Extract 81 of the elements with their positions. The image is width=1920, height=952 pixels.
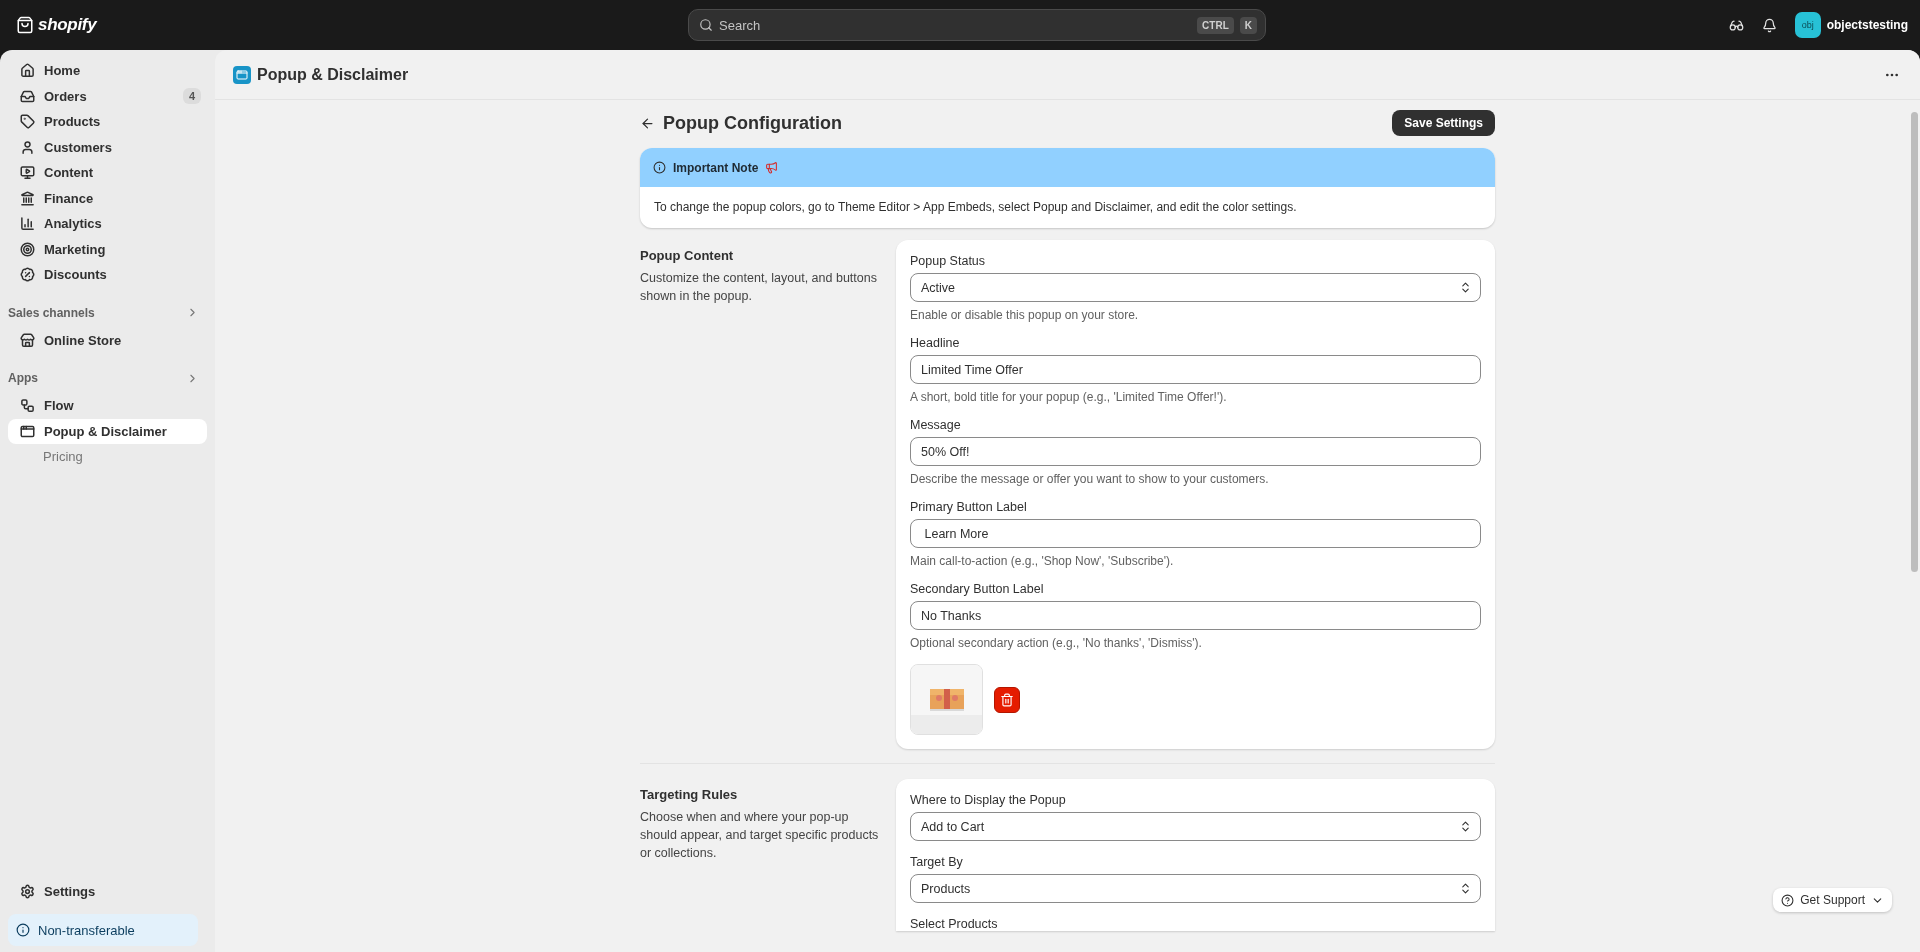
sidebar-item[interactable]: Discounts: [8, 262, 207, 287]
nav-icon: [20, 216, 35, 231]
field-label: Headline: [910, 336, 961, 350]
nav-icon: [20, 423, 35, 439]
chevron-icon: [1459, 281, 1472, 294]
input-field[interactable]: Learn More: [910, 519, 1481, 548]
bell-icon[interactable]: [1761, 17, 1777, 33]
logo-icon: [16, 16, 34, 34]
select-field[interactable]: Active: [910, 273, 1481, 302]
notice-banner: Non-transferable: [8, 914, 198, 946]
note-title: Important Note: [673, 160, 759, 175]
chevron-icon: [1459, 820, 1472, 833]
select-field[interactable]: Products: [910, 874, 1481, 903]
save-button[interactable]: Save Settings: [1392, 110, 1495, 136]
note-text: To change the popup colors, go to Theme Editor > App Embeds, select Popup and Disclaimer, and edit the color settings.: [653, 199, 1298, 216]
back-icon[interactable]: [640, 115, 655, 131]
info-icon: [653, 161, 666, 174]
input-field[interactable]: No Thanks: [910, 601, 1481, 630]
logo-text: shopify: [38, 15, 97, 35]
shortcut-key: K: [1239, 16, 1257, 34]
sidebar-item[interactable]: Home: [8, 58, 207, 83]
store-menu[interactable]: obj objectstesting: [1794, 12, 1908, 38]
field-label: Primary Button Label: [910, 500, 1028, 514]
nav-icon: [20, 332, 35, 348]
input-field[interactable]: 50% Off!: [910, 437, 1481, 466]
help-text: Enable or disable this popup on your store.: [910, 308, 1140, 322]
info-icon: [16, 923, 30, 937]
sidebar-item[interactable]: Flow: [8, 393, 207, 418]
section-description: Choose when and where your pop-up should appear, and target specific products or collections.: [640, 809, 880, 863]
help-icon: [1781, 893, 1795, 907]
section-title: Sales channels: [8, 305, 95, 320]
help-text: Describe the message or offer you want to show to your customers.: [910, 472, 1270, 486]
sidebar-item[interactable]: Pricing: [8, 444, 207, 469]
section-description: Customize the content, layout, and buttons shown in the popup.: [640, 270, 878, 306]
nav-icon: [20, 88, 35, 104]
nav-icon: [20, 165, 35, 180]
trash-icon: [1000, 692, 1014, 707]
megaphone-icon: [765, 161, 779, 174]
page-title: Popup Configuration: [663, 112, 843, 134]
support-button[interactable]: Get Support: [1773, 888, 1892, 912]
field-label: Popup Status: [910, 254, 987, 268]
field-label: Where to Display the Popup: [910, 793, 1067, 807]
help-text: Optional secondary action (e.g., 'No thanks', 'Dismiss').: [910, 636, 1203, 650]
app-title: Popup & Disclaimer: [257, 65, 410, 84]
settings-icon: [20, 883, 35, 899]
help-text: A short, bold title for your popup (e.g., 'Limited Time Offer!').: [910, 390, 1228, 404]
sidebar-item[interactable]: Customers: [8, 134, 207, 160]
search-field[interactable]: Search CTRL K: [688, 9, 1266, 41]
search-icon: [699, 18, 713, 32]
nav-icon: [20, 190, 35, 206]
settings-item[interactable]: Settings: [8, 878, 207, 904]
nav-icon: [20, 267, 35, 282]
nav-icon: [20, 114, 35, 129]
nav-icon: [20, 139, 35, 155]
nav-icon: [20, 398, 35, 413]
nav-icon: [20, 63, 35, 78]
chevron-icon: [1459, 882, 1472, 895]
field-label: Target By: [910, 855, 964, 869]
sidebar-item[interactable]: Analytics: [8, 211, 207, 236]
section-title: Targeting Rules: [640, 787, 739, 802]
sidebar-item[interactable]: Popup & Disclaimer: [8, 418, 207, 444]
field-label: Select Products: [910, 917, 999, 931]
select-field[interactable]: Add to Cart: [910, 812, 1481, 841]
field-label: Secondary Button Label: [910, 582, 1045, 596]
nav-icon: [20, 241, 35, 257]
sidebar-item[interactable]: Orders 4: [8, 83, 207, 109]
help-text: Main call-to-action (e.g., 'Shop Now', 'Subscribe').: [910, 554, 1175, 568]
scrollbar[interactable]: [1911, 112, 1918, 572]
section-title: Popup Content: [640, 248, 735, 263]
app-icon: [233, 65, 251, 84]
count-badge: 4: [182, 88, 201, 104]
input-field[interactable]: Limited Time Offer: [910, 355, 1481, 384]
sidebar-item[interactable]: Content: [8, 160, 207, 185]
sidebar-item[interactable]: Marketing: [8, 236, 207, 262]
sidebar-item[interactable]: Online Store: [8, 327, 207, 353]
section-title: Apps: [8, 371, 38, 385]
field-label: Message: [910, 418, 962, 432]
shortcut-key: CTRL: [1197, 16, 1234, 34]
sidebar-item[interactable]: Finance: [8, 185, 207, 211]
delete-button[interactable]: [994, 686, 1020, 713]
sidebar-item[interactable]: Products: [8, 109, 207, 134]
